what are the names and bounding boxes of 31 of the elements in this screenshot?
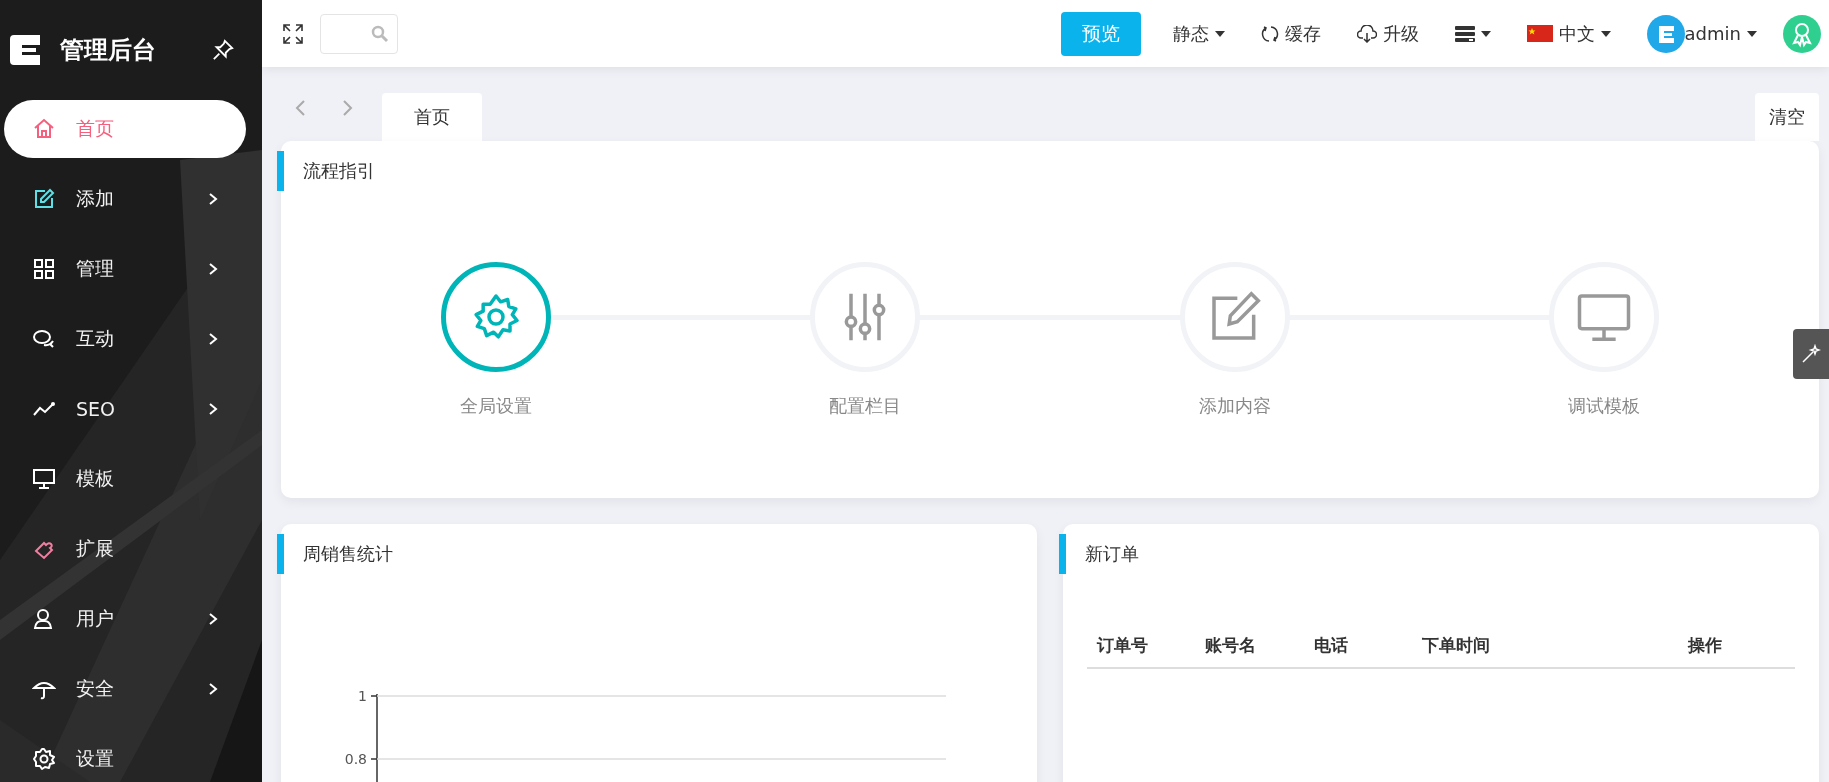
card-title: 新订单 (1085, 542, 1139, 566)
tick-label: 1 (358, 688, 367, 704)
column-header: 电话 (1303, 624, 1412, 668)
page-tab[interactable]: 首页 (382, 93, 482, 141)
column-header: 操作 (1678, 624, 1795, 668)
sidebar-item[interactable]: 设置 (4, 730, 246, 782)
sidebar-item[interactable]: 互动 (4, 310, 246, 368)
cache-button[interactable]: 缓存 (1260, 21, 1321, 46)
sidebar-item[interactable]: 扩展 (4, 520, 246, 578)
sidebar-item[interactable]: 安全 (4, 660, 246, 718)
sidebar-item[interactable]: 添加 (4, 170, 246, 228)
upgrade-button[interactable]: 升级 (1356, 21, 1419, 46)
column-header: 账号名 (1195, 624, 1304, 668)
sidebar-item[interactable]: 管理 (4, 240, 246, 298)
step-label: 配置栏目 (829, 394, 902, 418)
step-label: 全局设置 (459, 394, 532, 418)
user-menu[interactable]: admin (1684, 23, 1757, 44)
step-label: 调试模板 (1568, 394, 1641, 418)
sidebar-item[interactable]: SEO (4, 380, 246, 438)
column-header: 下单时间 (1411, 624, 1679, 668)
sidebar-item[interactable]: 用户 (4, 590, 246, 648)
sidebar-item[interactable]: 模板 (4, 450, 246, 508)
step-label: 添加内容 (1198, 394, 1271, 418)
language-menu[interactable]: 中文 (1526, 21, 1611, 46)
static-menu[interactable]: 静态 (1172, 21, 1225, 46)
app-title: 管理后台 (60, 35, 157, 66)
clear-button[interactable]: 清空 (1755, 93, 1819, 141)
card-title: 周销售统计 (303, 542, 393, 566)
column-header: 订单号 (1087, 624, 1196, 668)
card-title: 流程指引 (303, 159, 375, 183)
tick-label: 0.8 (344, 751, 367, 767)
